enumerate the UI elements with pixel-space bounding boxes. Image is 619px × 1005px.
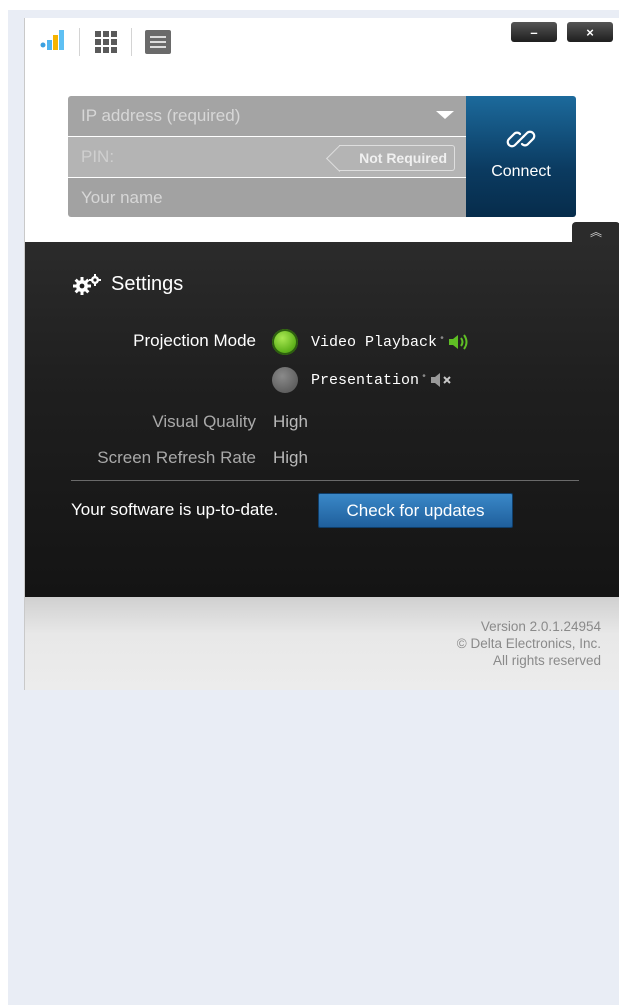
your-name-placeholder: Your name [81, 187, 163, 207]
pin-field[interactable]: PIN: Not Required [68, 137, 466, 177]
ip-address-placeholder: IP address (required) [81, 106, 241, 125]
close-button[interactable]: × [567, 22, 613, 42]
rights-text: All rights reserved [492, 653, 601, 668]
speaker-on-icon [449, 334, 468, 350]
double-chevron-up-icon: ︽ [589, 225, 602, 239]
connect-label: Connect [491, 163, 551, 180]
connect-button[interactable]: Connect [466, 96, 576, 217]
check-for-updates-button[interactable]: Check for updates [318, 493, 513, 528]
toolbar-divider [79, 28, 80, 56]
update-status-text: Your software is up-to-date. [71, 500, 279, 519]
app-window: – × IP address (required) PIN: Not Requi… [24, 18, 619, 690]
your-name-field[interactable]: Your name [68, 178, 466, 217]
visual-quality-value: High [273, 412, 308, 431]
dropdown-arrow-icon[interactable] [436, 111, 454, 119]
chain-link-icon [506, 130, 536, 148]
dot-separator: • [439, 333, 446, 345]
pin-placeholder: PIN: [81, 147, 115, 166]
gears-icon [73, 273, 101, 295]
dot-separator: • [421, 371, 428, 383]
settings-header: Settings [72, 273, 183, 296]
signal-logo-icon[interactable] [39, 28, 67, 56]
radio-selected[interactable] [272, 329, 298, 355]
menu-list-icon[interactable] [144, 28, 172, 56]
mode-option-presentation[interactable]: Presentation • [272, 367, 454, 393]
settings-divider [71, 480, 579, 481]
ip-address-field[interactable]: IP address (required) [68, 96, 466, 136]
mode-label: Video Playback [311, 333, 438, 351]
projection-mode-label: Projection Mode [133, 331, 256, 350]
screen-refresh-rate-label: Screen Refresh Rate [97, 448, 256, 467]
collapse-panel-button[interactable]: ︽ [572, 222, 619, 242]
top-toolbar: – × [25, 18, 619, 78]
settings-panel: Settings Projection Mode Video Playback … [25, 242, 619, 597]
copyright-text: © Delta Electronics, Inc. [456, 636, 601, 651]
minimize-button[interactable]: – [511, 22, 557, 42]
footer: Version 2.0.1.24954 © Delta Electronics,… [25, 597, 619, 690]
mode-option-video-playback[interactable]: Video Playback • [272, 329, 472, 355]
settings-title: Settings [111, 273, 184, 295]
version-text: Version 2.0.1.24954 [480, 619, 601, 634]
mode-label: Presentation [311, 371, 420, 389]
grid-view-icon[interactable] [92, 28, 120, 56]
toolbar-divider [131, 28, 132, 56]
connect-form: IP address (required) PIN: Not Required … [68, 96, 576, 217]
footer-info: Version 2.0.1.24954 © Delta Electronics,… [457, 618, 601, 669]
pin-not-required-badge: Not Required [339, 145, 455, 171]
screen-refresh-rate-value: High [273, 448, 308, 467]
speaker-muted-icon [431, 373, 451, 387]
radio-unselected[interactable] [272, 367, 298, 393]
visual-quality-label: Visual Quality [152, 412, 256, 431]
